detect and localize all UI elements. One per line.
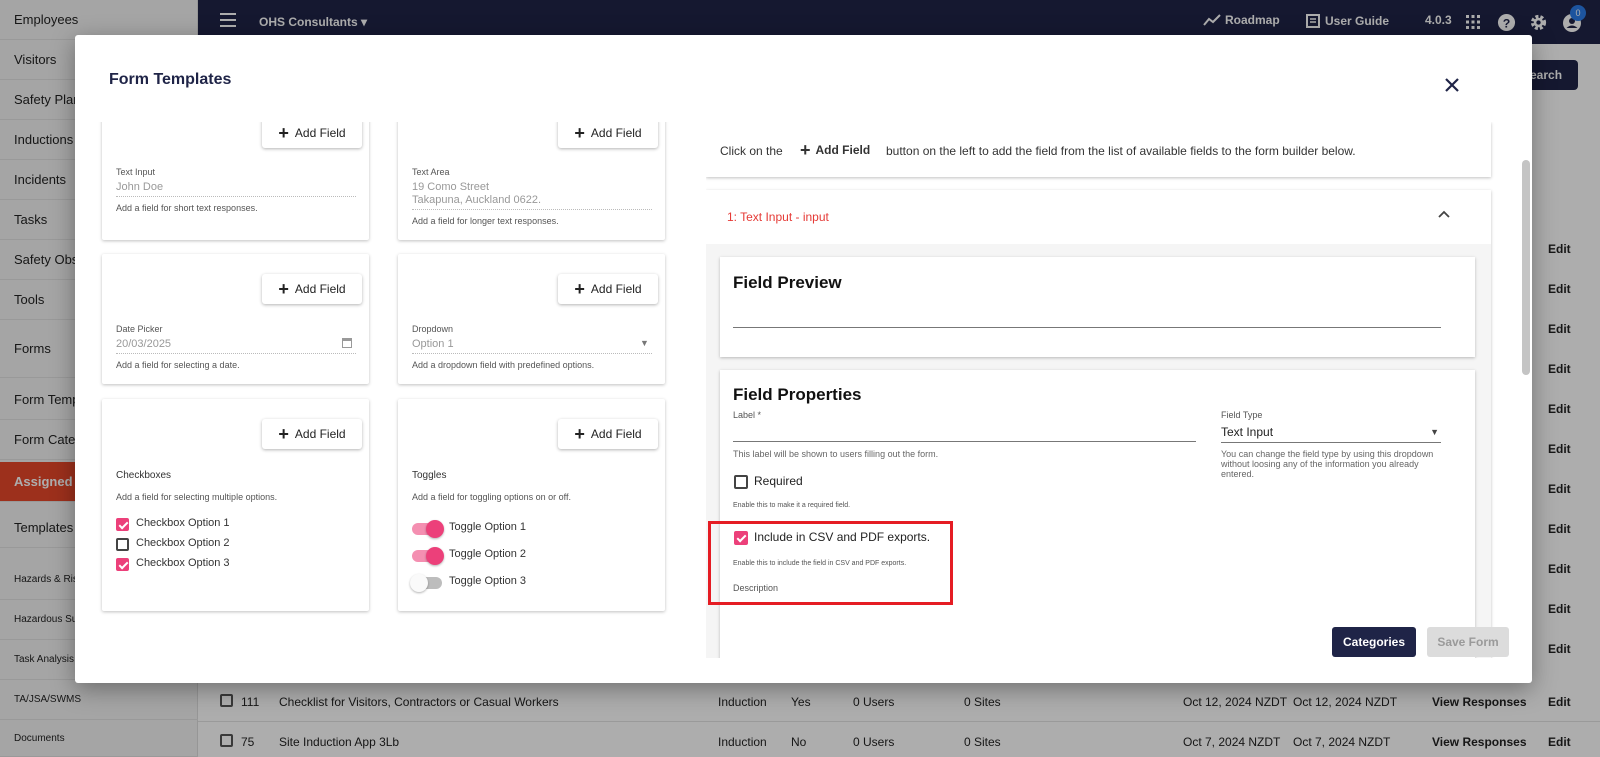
sample-checkbox-checked (116, 558, 129, 571)
plus-icon: + (574, 279, 585, 299)
required-checkbox[interactable] (734, 475, 748, 489)
date-picker-field-card: + Add Field Date Picker 20/03/2025 Add a … (102, 254, 369, 384)
add-field-button[interactable]: + Add Field (558, 122, 658, 148)
field-item-header[interactable]: 1: Text Input - input (706, 190, 1491, 244)
instructions-card: Click on the + Add Field button on the le… (706, 122, 1491, 177)
plus-icon: + (574, 424, 585, 444)
field-properties-title: Field Properties (733, 385, 862, 404)
caret-down-icon: ▼ (640, 338, 649, 348)
sample-toggle-on (412, 520, 444, 538)
label-input[interactable] (733, 441, 1196, 442)
add-field-button[interactable]: + Add Field (262, 122, 362, 148)
sample-text-area (412, 209, 652, 210)
inline-add-field-button: + Add Field (800, 140, 871, 160)
plus-icon: + (278, 424, 289, 444)
sample-text-input: John Doe (116, 181, 164, 193)
caret-down-icon: ▼ (1430, 427, 1439, 437)
highlight-box (708, 521, 953, 605)
calendar-icon (342, 338, 352, 348)
sample-checkbox-checked (116, 518, 129, 531)
dropdown-field-card: + Add Field Dropdown Option 1 ▼ Add a dro… (398, 254, 665, 384)
plus-icon: + (278, 279, 289, 299)
checkboxes-field-card: + Add Field Checkboxes Add a field for se… (102, 399, 369, 611)
add-field-button[interactable]: + Add Field (262, 419, 362, 449)
add-field-button[interactable]: + Add Field (558, 274, 658, 304)
form-templates-dialog: Form Templates + Add Field Text Input Joh… (75, 35, 1532, 683)
plus-icon: + (800, 140, 811, 160)
field-properties-card: Field Properties Label * This label will… (720, 370, 1475, 658)
field-preview-title: Field Preview (733, 273, 842, 292)
field-type-select[interactable]: Text Input ▼ (1221, 423, 1441, 443)
field-preview-card: Field Preview (720, 257, 1475, 357)
add-field-button[interactable]: + Add Field (558, 419, 658, 449)
text-area-field-card: + Add Field Text Area 19 Como Street Taka… (398, 122, 665, 240)
form-builder[interactable]: Click on the + Add Field button on the le… (706, 122, 1516, 658)
preview-input[interactable] (733, 327, 1441, 328)
sample-toggle-on (412, 547, 444, 565)
sample-toggle-off (410, 574, 442, 592)
dialog-title: Form Templates (109, 71, 232, 88)
categories-button[interactable]: Categories (1332, 627, 1416, 657)
field-item-title: 1: Text Input - input (727, 210, 829, 224)
modal-scrollbar[interactable] (1522, 160, 1530, 375)
plus-icon: + (278, 123, 289, 143)
toggles-field-card: + Add Field Toggles Add a field for toggl… (398, 399, 665, 611)
text-input-field-card: + Add Field Text Input John Doe Add a fie… (102, 122, 369, 240)
save-form-button[interactable]: Save Form (1427, 627, 1509, 657)
sample-dropdown: Option 1 (412, 338, 454, 350)
sample-date-input: 20/03/2025 (116, 338, 172, 350)
close-icon[interactable] (1441, 74, 1463, 96)
plus-icon: + (574, 123, 585, 143)
sample-checkbox-unchecked (116, 538, 129, 551)
chevron-up-icon[interactable] (1438, 210, 1450, 218)
field-palette[interactable]: + Add Field Text Input John Doe Add a fie… (75, 122, 695, 658)
add-field-button[interactable]: + Add Field (262, 274, 362, 304)
